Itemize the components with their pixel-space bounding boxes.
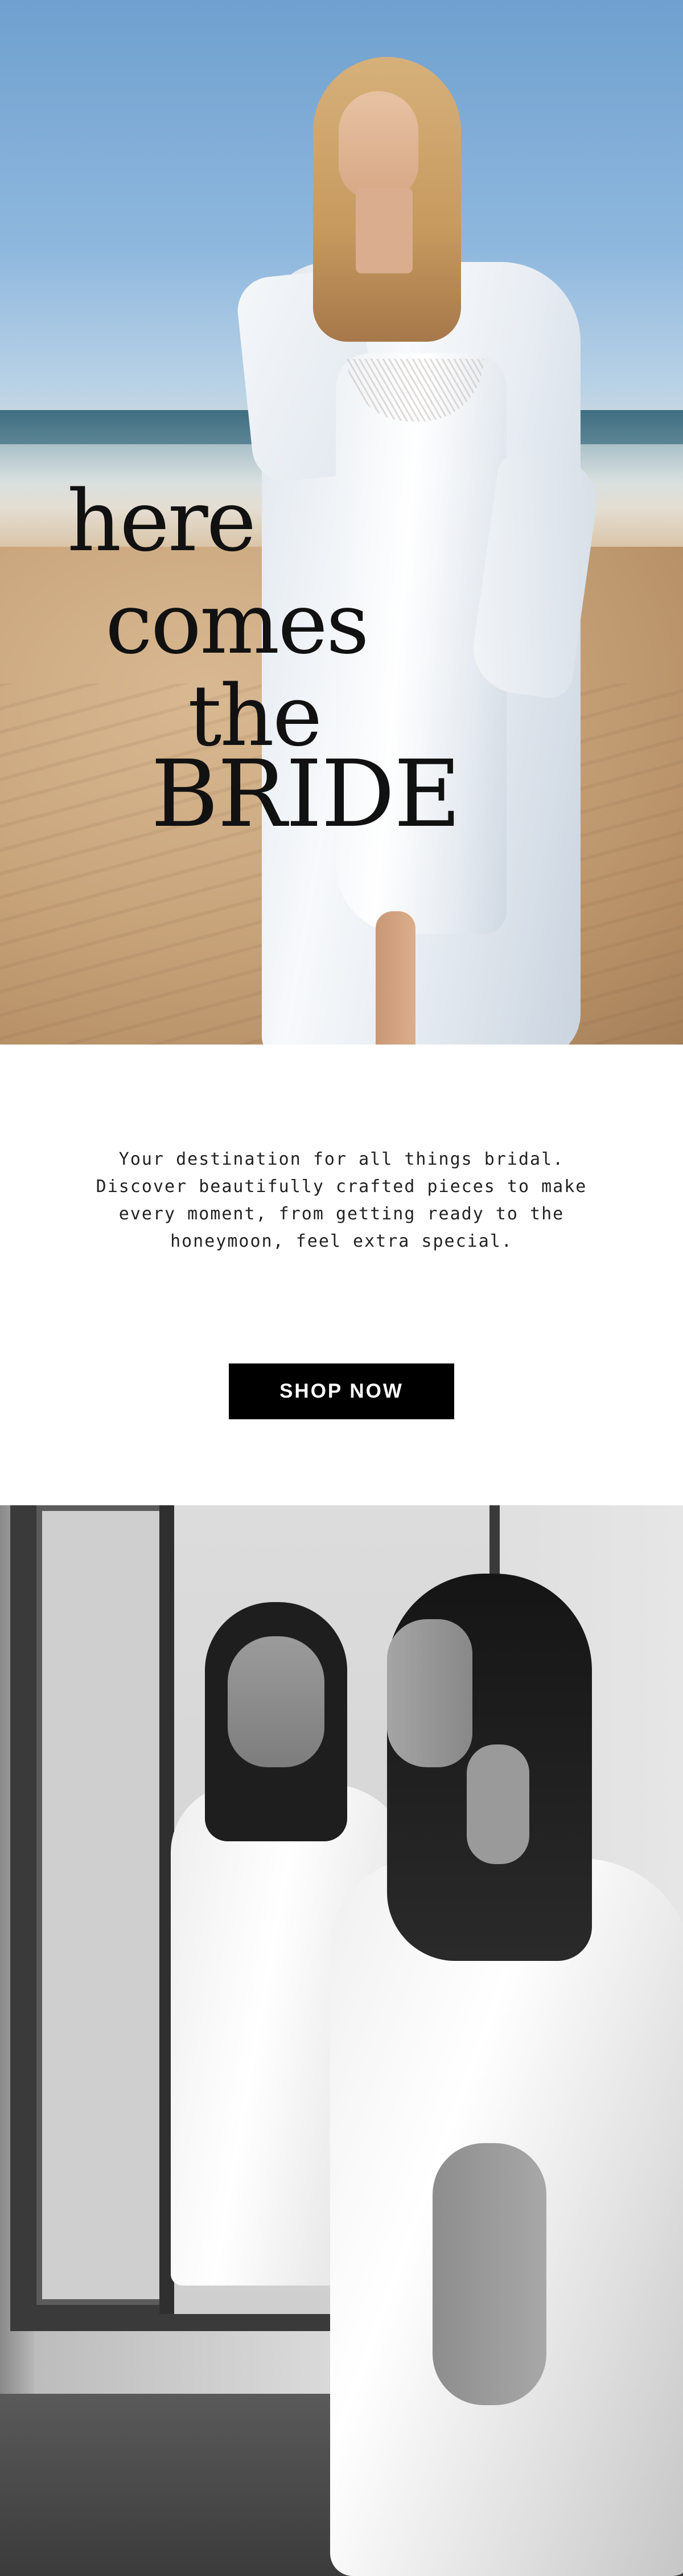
headline-line-2: comes bbox=[105, 575, 369, 673]
woman-figure bbox=[319, 1574, 683, 2576]
woman-hand bbox=[467, 1744, 529, 1864]
intro-paragraph: Your destination for all things bridal. … bbox=[96, 1149, 587, 1251]
bride-face bbox=[339, 91, 418, 199]
woman-belly bbox=[433, 2143, 546, 2405]
hero-banner[interactable]: here comes the BRIDE bbox=[0, 0, 683, 1045]
bride-neck bbox=[356, 188, 413, 273]
headline-line-1: here bbox=[67, 472, 256, 570]
lifestyle-photo[interactable] bbox=[0, 1505, 683, 2576]
shop-now-button[interactable]: SHOP NOW bbox=[229, 1363, 454, 1419]
woman-face bbox=[387, 1619, 472, 1767]
hero-bride-figure bbox=[234, 57, 615, 1045]
reflection-face bbox=[228, 1636, 324, 1767]
bride-leg bbox=[376, 911, 415, 1045]
headline-line-4: BRIDE bbox=[151, 741, 461, 848]
